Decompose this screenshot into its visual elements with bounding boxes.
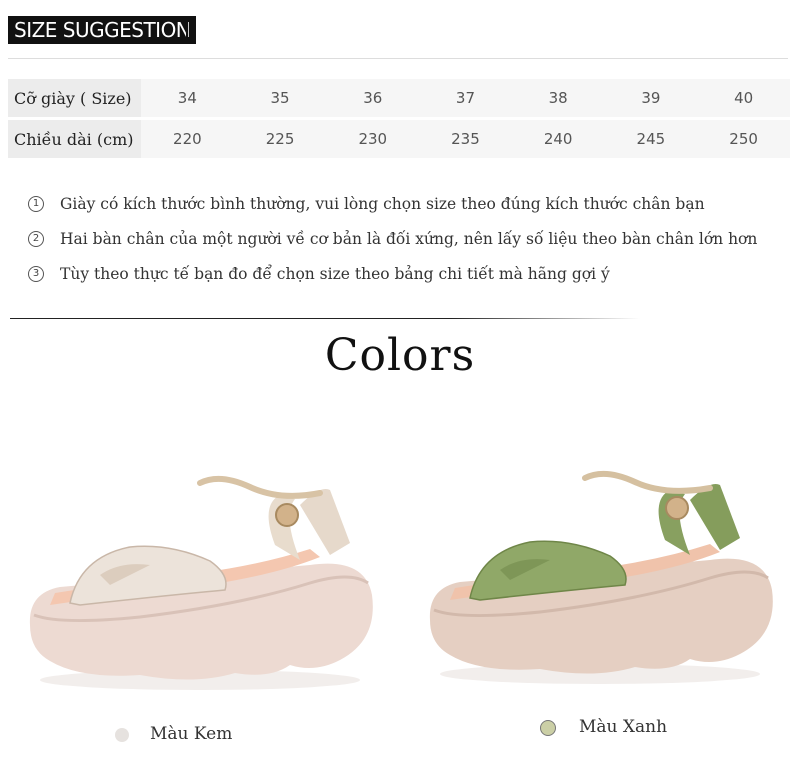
color-label-cream[interactable]: Màu Kem bbox=[150, 724, 232, 744]
sandal-cream-image bbox=[29, 475, 373, 690]
table-cell: 39 bbox=[604, 79, 698, 117]
list-item: 1 Giày có kích thước bình thường, vui lò… bbox=[28, 186, 757, 221]
swatch-cream[interactable] bbox=[115, 728, 129, 742]
table-row: Cỡ giày ( Size) 34 35 36 37 38 39 40 bbox=[8, 79, 790, 117]
table-cell: 220 bbox=[141, 120, 234, 158]
top-divider bbox=[8, 58, 788, 59]
table-cell: 240 bbox=[511, 120, 605, 158]
sandal-green-image bbox=[429, 470, 773, 684]
circled-number: 3 bbox=[28, 265, 44, 282]
row-label-size: Cỡ giày ( Size) bbox=[8, 79, 141, 117]
table-cell: 37 bbox=[419, 79, 512, 117]
table-cell: 225 bbox=[233, 120, 327, 158]
circled-number: 2 bbox=[28, 230, 44, 247]
table-cell: 245 bbox=[604, 120, 698, 158]
table-row: Chiều dài (cm) 220 225 230 235 240 245 2… bbox=[8, 120, 790, 158]
circled-number: 1 bbox=[28, 195, 44, 212]
color-label-green[interactable]: Màu Xanh bbox=[579, 717, 667, 737]
note-text: Giày có kích thước bình thường, vui lòng… bbox=[60, 194, 705, 213]
table-cell: 250 bbox=[697, 120, 790, 158]
list-item: 3 Tùy theo thực tế bạn đo để chọn size t… bbox=[28, 256, 757, 291]
list-item: 2 Hai bàn chân của một người về cơ bản l… bbox=[28, 221, 757, 256]
table-cell: 35 bbox=[233, 79, 327, 117]
section-title: SIZE SUGGESTION bbox=[8, 16, 197, 44]
row-label-length: Chiều dài (cm) bbox=[8, 120, 141, 158]
table-cell: 235 bbox=[419, 120, 512, 158]
note-text: Tùy theo thực tế bạn đo để chọn size the… bbox=[60, 264, 610, 283]
table-cell: 40 bbox=[697, 79, 790, 117]
table-cell: 34 bbox=[141, 79, 234, 117]
table-cell: 36 bbox=[326, 79, 420, 117]
colors-heading: Colors bbox=[324, 330, 476, 381]
section-divider bbox=[10, 318, 640, 319]
size-notes: 1 Giày có kích thước bình thường, vui lò… bbox=[28, 186, 757, 291]
table-cell: 230 bbox=[326, 120, 420, 158]
table-cell: 38 bbox=[511, 79, 605, 117]
title-divider bbox=[186, 18, 188, 42]
note-text: Hai bàn chân của một người về cơ bản là … bbox=[60, 229, 758, 248]
size-table: Cỡ giày ( Size) 34 35 36 37 38 39 40 Chi… bbox=[8, 76, 790, 161]
swatch-green[interactable] bbox=[540, 720, 556, 736]
